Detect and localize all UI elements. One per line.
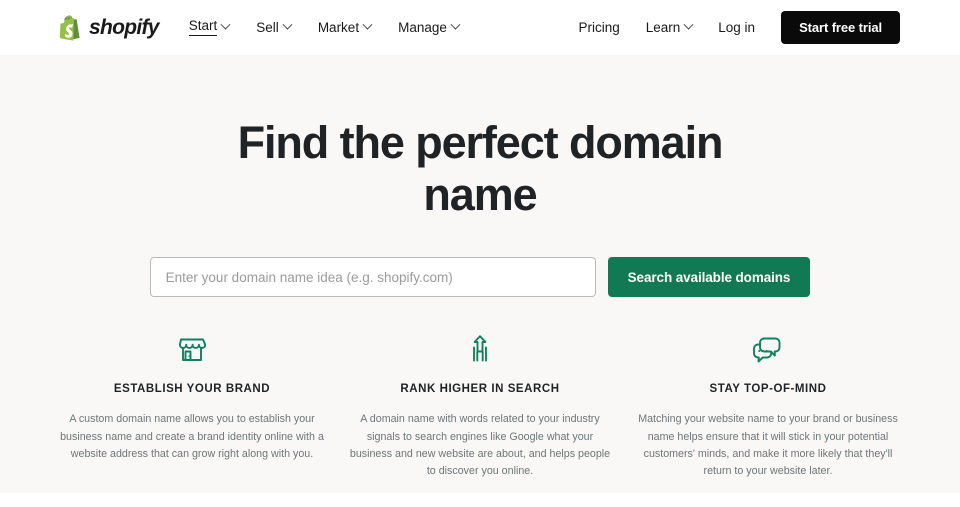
nav-item-market[interactable]: Market bbox=[317, 19, 373, 37]
nav-item-login-label: Log in bbox=[718, 19, 756, 35]
chevron-down-icon bbox=[683, 19, 694, 30]
nav-item-sell-label: Sell bbox=[256, 19, 279, 35]
primary-navigation: Start Sell Market Manage bbox=[188, 17, 461, 39]
shopify-bag-icon bbox=[60, 14, 82, 41]
site-header: shopify Start Sell Market Manage Pricing… bbox=[0, 0, 960, 55]
chevron-down-icon bbox=[282, 19, 293, 30]
up-arrow-growth-icon bbox=[342, 331, 618, 365]
nav-item-sell[interactable]: Sell bbox=[256, 19, 293, 37]
chevron-down-icon bbox=[220, 19, 231, 30]
chat-bubbles-icon bbox=[630, 331, 906, 365]
nav-item-manage[interactable]: Manage bbox=[398, 19, 461, 37]
nav-item-market-label: Market bbox=[317, 19, 360, 35]
feature-stay-top-of-mind: STAY TOP-OF-MIND Matching your website n… bbox=[624, 331, 912, 480]
domain-search-input[interactable] bbox=[149, 257, 596, 298]
nav-item-manage-label: Manage bbox=[398, 19, 447, 35]
nav-item-start-label: Start bbox=[188, 19, 218, 37]
shopify-wordmark: shopify bbox=[89, 15, 159, 39]
feature-title: ESTABLISH YOUR BRAND bbox=[113, 383, 271, 396]
feature-description: A domain name with words related to your… bbox=[349, 413, 611, 478]
feature-title: STAY TOP-OF-MIND bbox=[709, 383, 827, 396]
shopify-logo[interactable]: shopify bbox=[60, 14, 159, 41]
feature-description: A custom domain name allows you to estab… bbox=[60, 413, 324, 461]
hero-section: Find the perfect domain name Search avai… bbox=[0, 55, 960, 493]
nav-item-learn-label: Learn bbox=[645, 19, 681, 35]
chevron-down-icon bbox=[362, 19, 373, 30]
feature-description: Matching your website name to your brand… bbox=[638, 413, 898, 478]
nav-item-pricing-label: Pricing bbox=[578, 19, 620, 35]
secondary-navigation: Pricing Learn Log in Start free trial bbox=[578, 11, 900, 44]
page-title: Find the perfect domain name bbox=[237, 117, 724, 221]
nav-item-start[interactable]: Start bbox=[188, 17, 231, 39]
chevron-down-icon bbox=[450, 19, 461, 30]
nav-item-learn[interactable]: Learn bbox=[645, 19, 694, 37]
feature-list: ESTABLISH YOUR BRAND A custom domain nam… bbox=[0, 331, 960, 480]
start-free-trial-button[interactable]: Start free trial bbox=[781, 11, 900, 44]
feature-establish-brand: ESTABLISH YOUR BRAND A custom domain nam… bbox=[48, 331, 336, 480]
domain-search-form: Search available domains bbox=[0, 257, 960, 298]
nav-item-login[interactable]: Log in bbox=[718, 19, 755, 37]
storefront-icon bbox=[54, 331, 330, 365]
feature-rank-higher: RANK HIGHER IN SEARCH A domain name with… bbox=[336, 331, 624, 480]
nav-item-pricing[interactable]: Pricing bbox=[578, 19, 619, 37]
search-available-domains-button[interactable]: Search available domains bbox=[607, 257, 811, 298]
feature-title: RANK HIGHER IN SEARCH bbox=[400, 383, 560, 396]
